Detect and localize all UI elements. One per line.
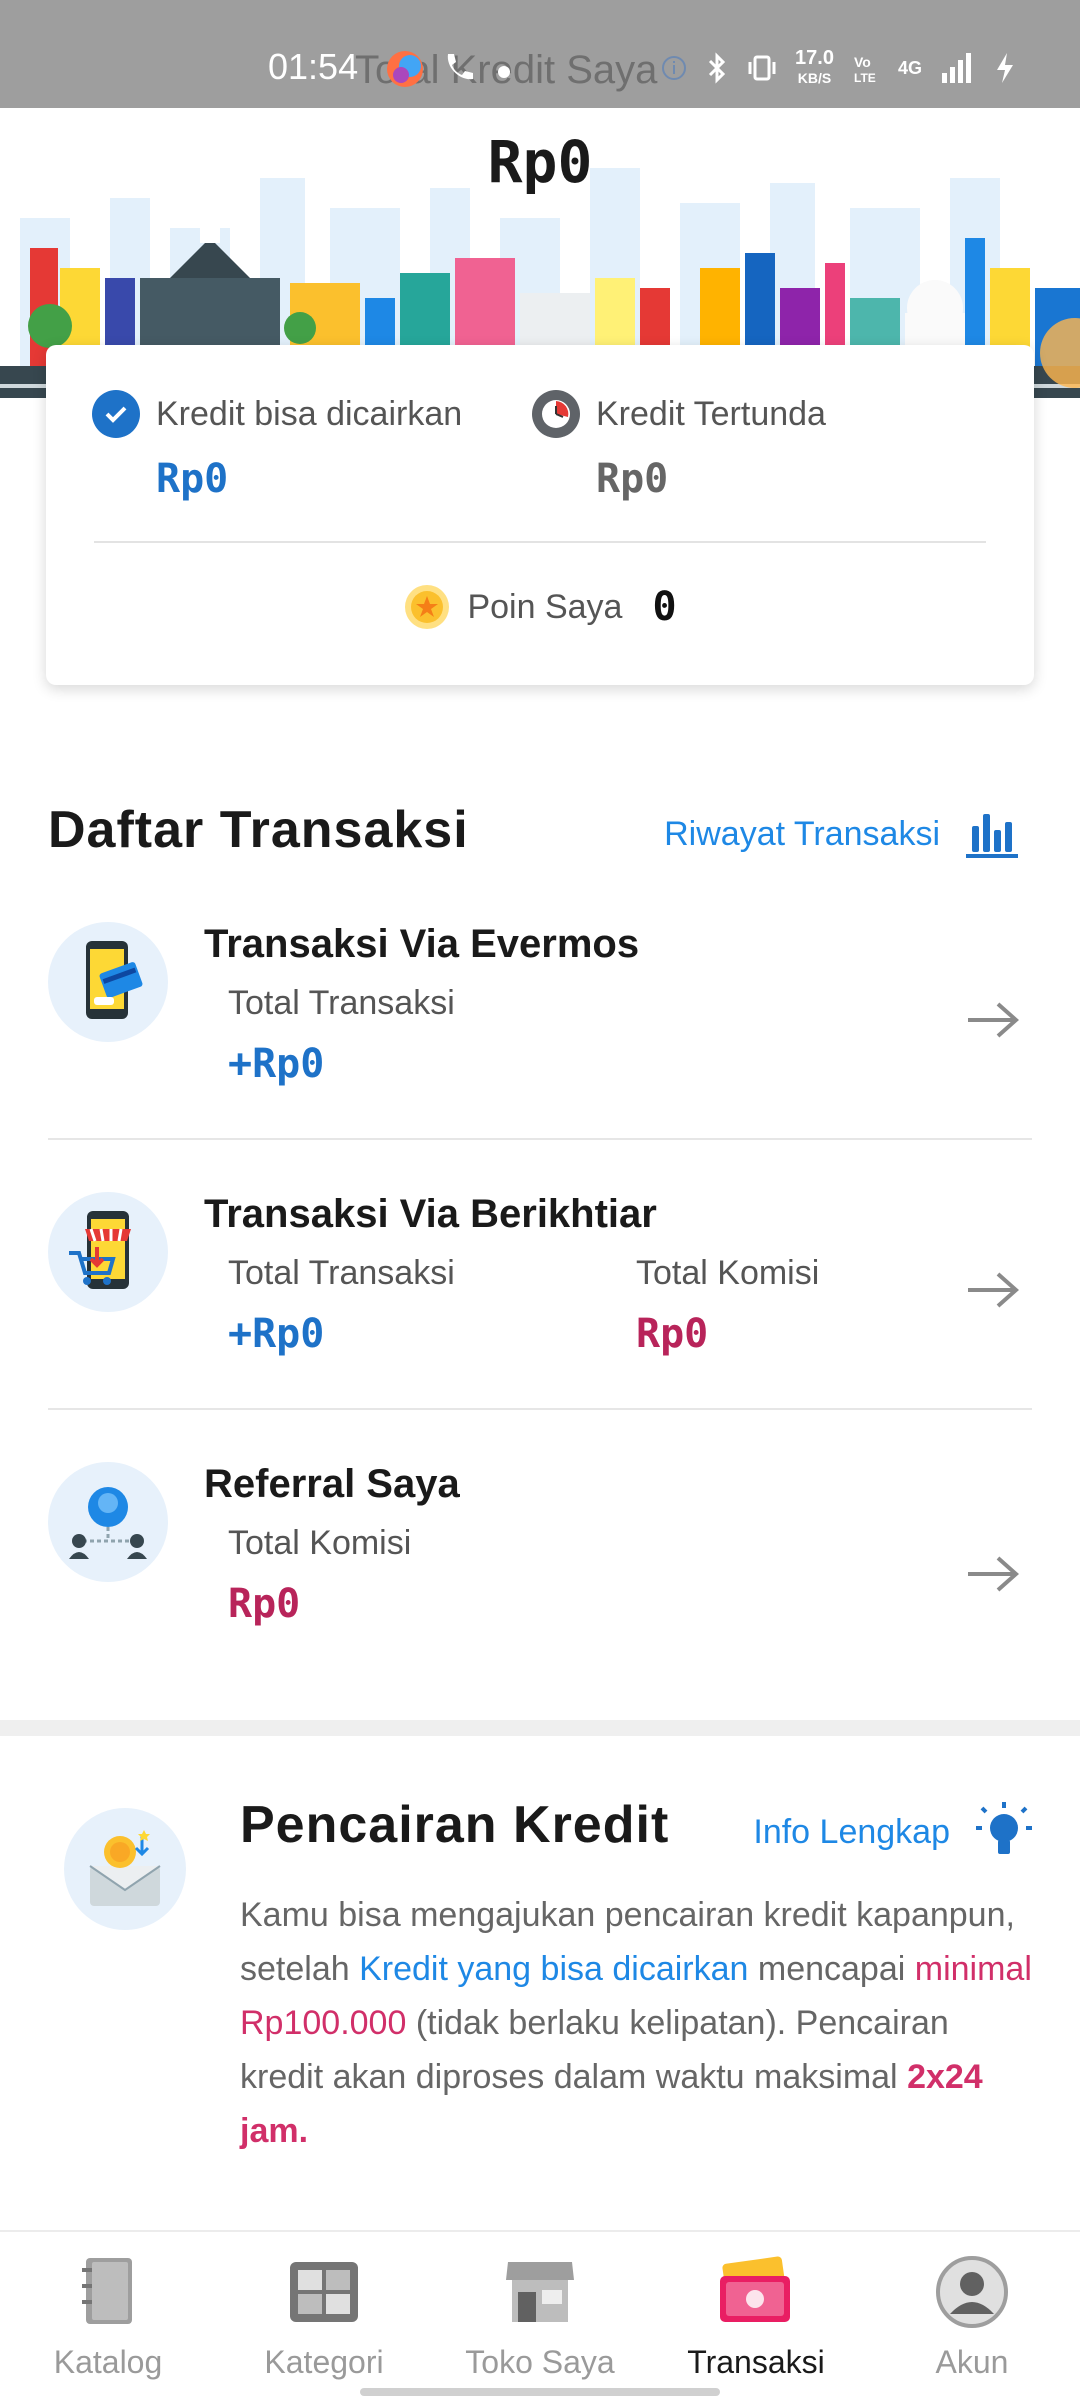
phone-card-icon	[48, 922, 168, 1042]
total-transaction-label: Total Transaksi	[228, 984, 455, 1022]
svg-text:Vo: Vo	[854, 54, 871, 70]
svg-text:LTE: LTE	[854, 71, 876, 85]
envelope-coin-icon	[64, 1808, 186, 1930]
nav-label: Kategori	[264, 2344, 384, 2380]
item-divider	[48, 1138, 1032, 1140]
check-badge-icon	[92, 390, 140, 438]
withdrawable-credit-label: Kredit bisa dicairkan	[156, 394, 463, 433]
charging-icon	[997, 53, 1013, 83]
transaction-item-evermos[interactable]: Transaksi Via Evermos Total Transaksi +R…	[48, 922, 1032, 1142]
app-notification-icon	[387, 51, 423, 87]
arrow-right-icon[interactable]	[966, 1554, 1020, 1594]
clock-icon	[532, 390, 580, 438]
transaction-history-link[interactable]: Riwayat Transaksi	[664, 808, 1020, 860]
net-speed: 17.0 KB/S	[795, 48, 834, 88]
total-commission-value: Rp0	[636, 1311, 709, 1357]
referral-network-icon	[48, 1462, 168, 1582]
section-separator	[0, 1720, 1080, 1736]
transaction-item-berikhtiar[interactable]: Transaksi Via Berikhtiar Total Transaksi…	[48, 1192, 1032, 1412]
category-icon	[290, 2262, 358, 2322]
nav-label: Transaksi	[687, 2344, 825, 2380]
bar-chart-icon	[966, 814, 1018, 858]
status-icons: 17.0 KB/S Vo LTE 4G	[661, 48, 1016, 88]
nav-item-toko-saya[interactable]: Toko Saya	[432, 2232, 648, 2400]
store-icon	[506, 2262, 574, 2322]
bottom-navigation: Katalog Kategori Toko Saya Transaksi Aku…	[0, 2230, 1080, 2400]
phone-call-icon	[447, 54, 473, 80]
nav-item-katalog[interactable]: Katalog	[0, 2232, 216, 2400]
network-type: 4G	[897, 57, 922, 78]
catalog-book-icon	[82, 2258, 132, 2324]
withdrawal-text-2: mencapai	[748, 1950, 915, 1988]
points-label: Poin Saya	[467, 587, 623, 626]
transaction-history-label: Riwayat Transaksi	[664, 814, 940, 853]
total-transaction: Total Transaksi +Rp0	[228, 1254, 455, 1357]
withdrawable-credit[interactable]: Kredit bisa dicairkan Rp0	[92, 390, 462, 502]
transaction-title: Referral Saya	[204, 1462, 460, 1506]
home-indicator[interactable]	[360, 2388, 720, 2396]
total-commission-value: Rp0	[228, 1581, 301, 1627]
status-time: 01:54	[268, 46, 359, 87]
points-value: 0	[652, 584, 677, 630]
nav-item-kategori[interactable]: Kategori	[216, 2232, 432, 2400]
notification-dot-icon	[498, 66, 510, 78]
pending-credit-label: Kredit Tertunda	[596, 394, 826, 433]
transaction-item-referral[interactable]: Referral Saya Total Komisi Rp0	[48, 1462, 1032, 1682]
lightbulb-icon	[976, 1802, 1032, 1854]
volte-icon: VoLTE	[854, 54, 876, 85]
account-icon	[936, 2256, 1008, 2328]
credit-summary-card: Kredit bisa dicairkan Rp0 Kredit Tertund…	[46, 345, 1034, 685]
arrow-right-icon[interactable]	[966, 1000, 1020, 1040]
withdrawal-highlight-credit: Kredit yang bisa dicairkan	[359, 1950, 749, 1988]
pending-credit[interactable]: Kredit Tertunda Rp0	[532, 390, 826, 502]
bluetooth-icon	[708, 52, 726, 84]
info-link[interactable]: Info Lengkap	[753, 1800, 1036, 1864]
total-credit-balance: Rp0	[487, 128, 593, 196]
withdrawable-credit-value: Rp0	[156, 456, 229, 502]
total-commission: Total Komisi Rp0	[636, 1254, 819, 1357]
transaction-list-title: Daftar Transaksi	[48, 801, 469, 859]
total-transaction: Total Transaksi +Rp0	[228, 984, 455, 1087]
withdrawal-title: Pencairan Kredit	[240, 1796, 670, 1854]
transaction-wallet-icon	[720, 2256, 790, 2322]
net-speed-value: 17.0	[795, 47, 834, 69]
pending-credit-value: Rp0	[596, 456, 669, 502]
coin-star-icon	[405, 585, 450, 629]
nav-label: Katalog	[53, 2344, 163, 2380]
withdrawal-description: Kamu bisa mengajukan pencairan kredit ka…	[240, 1888, 1040, 2158]
total-commission-label: Total Komisi	[228, 1524, 412, 1562]
nav-item-transaksi[interactable]: Transaksi	[648, 2232, 864, 2400]
total-commission-label: Total Komisi	[636, 1254, 820, 1292]
item-divider	[48, 1408, 1032, 1410]
total-transaction-value: +Rp0	[228, 1041, 325, 1087]
transaction-title: Transaksi Via Berikhtiar	[204, 1192, 657, 1236]
total-commission: Total Komisi Rp0	[228, 1524, 411, 1627]
signal-icon	[942, 53, 971, 83]
nav-item-akun[interactable]: Akun	[864, 2232, 1080, 2400]
shop-cart-icon	[48, 1192, 168, 1312]
info-link-label: Info Lengkap	[753, 1812, 950, 1851]
card-divider	[94, 541, 986, 543]
net-speed-unit: KB/S	[797, 70, 832, 86]
status-bar: Total Kredit Saya 01:54 17.0 KB/S VoLTE …	[0, 0, 1080, 108]
transaction-title: Transaksi Via Evermos	[204, 922, 640, 966]
my-points[interactable]: Poin Saya 0	[46, 583, 1034, 631]
nav-label: Akun	[935, 2344, 1009, 2380]
vibrate-icon	[748, 55, 776, 81]
info-icon	[662, 56, 687, 80]
total-transaction-value: +Rp0	[228, 1311, 325, 1357]
arrow-right-icon[interactable]	[966, 1270, 1020, 1310]
total-transaction-label: Total Transaksi	[228, 1254, 455, 1292]
nav-label: Toko Saya	[465, 2344, 615, 2380]
